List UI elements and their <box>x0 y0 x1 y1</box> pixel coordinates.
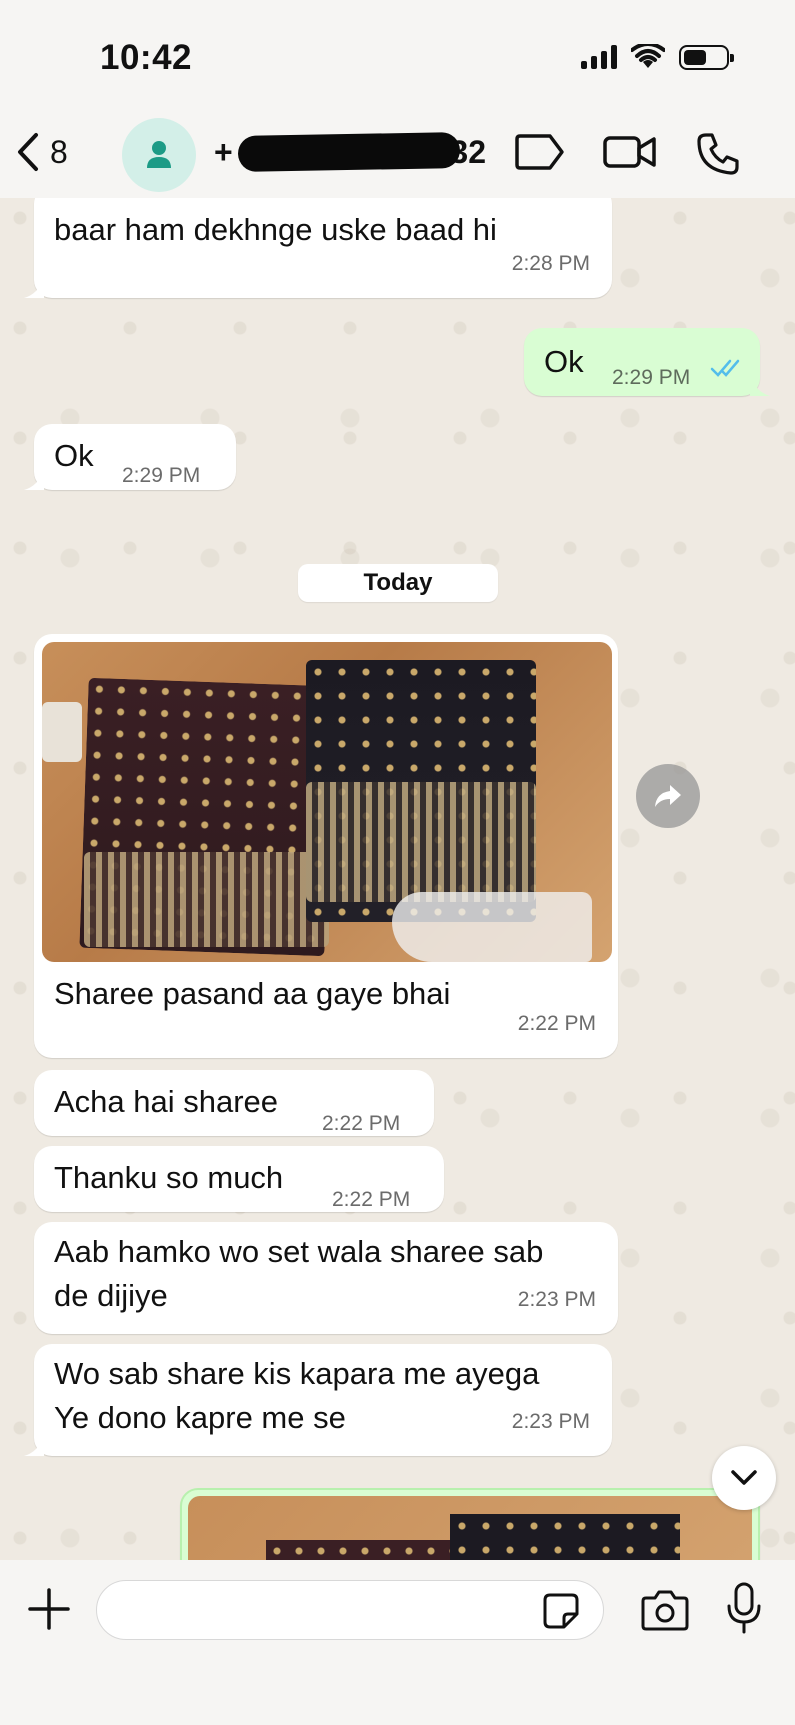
message-bubble-incoming[interactable]: Wo sab share kis kapara me ayega Ye dono… <box>24 1344 612 1456</box>
avatar[interactable] <box>122 118 196 192</box>
message-text-line2: de dijiye <box>54 1278 168 1313</box>
phone-call-icon[interactable] <box>696 132 740 176</box>
message-bubble-outgoing[interactable]: Ok 2:29 PM <box>524 328 770 396</box>
back-button[interactable]: 8 <box>16 132 68 172</box>
message-bubble-incoming[interactable]: Ok 2:29 PM <box>24 424 236 490</box>
plastic-wrap <box>392 892 592 962</box>
sticker-icon[interactable] <box>542 1592 580 1630</box>
message-text-line1: Wo sab share kis kapara me ayega <box>54 1356 540 1391</box>
message-text: Acha hai sharee <box>54 1084 279 1119</box>
message-input[interactable] <box>96 1580 604 1640</box>
forward-button[interactable] <box>636 764 700 828</box>
saree-border-left <box>84 852 329 947</box>
chevron-left-icon <box>18 133 38 171</box>
message-bubble-incoming[interactable]: Thanku so much 2:22 PM <box>34 1146 444 1212</box>
saree-image-right <box>450 1514 680 1560</box>
message-list[interactable]: baar ham dekhnge uske baad hi 2:28 PM Ok… <box>0 198 795 1560</box>
message-bubble-incoming[interactable]: Aab hamko wo set wala sharee sab de diji… <box>34 1222 618 1334</box>
tag-card <box>42 702 82 762</box>
message-text: baar ham dekhnge uske baad hi <box>54 212 497 247</box>
message-photo[interactable] <box>188 1496 752 1560</box>
date-divider: Today <box>298 564 498 602</box>
battery-icon <box>679 44 734 70</box>
status-icons <box>581 44 734 70</box>
message-photo[interactable] <box>42 642 612 962</box>
chat-header: 8 + 32 <box>0 110 795 198</box>
person-icon <box>147 141 171 168</box>
message-bubble-incoming[interactable]: baar ham dekhnge uske baad hi 2:28 PM <box>24 198 612 298</box>
message-time: 2:23 PM <box>511 1410 590 1433</box>
message-bubble-outgoing-photo[interactable] <box>180 1488 760 1560</box>
status-bar: 10:42 <box>0 0 795 110</box>
contact-prefix: + <box>214 134 233 170</box>
wifi-icon <box>631 44 665 68</box>
saree-border-right <box>306 782 536 902</box>
double-check-read-icon <box>710 359 740 377</box>
message-composer <box>0 1560 795 1725</box>
unread-count: 8 <box>50 133 68 170</box>
message-time: 2:22 PM <box>322 1112 401 1135</box>
message-text: Sharee pasand aa gaye bhai <box>54 976 451 1011</box>
scroll-down-button[interactable] <box>712 1446 776 1510</box>
message-time: 2:29 PM <box>612 366 691 389</box>
bubble-tail <box>24 278 44 298</box>
message-text-line2: Ye dono kapre me se <box>54 1400 346 1435</box>
message-text: Ok <box>54 438 94 473</box>
chevron-down-icon <box>731 1470 757 1485</box>
signal-icon <box>581 45 617 69</box>
plus-icon[interactable] <box>26 1586 72 1632</box>
message-time: 2:22 PM <box>332 1188 411 1211</box>
message-time: 2:29 PM <box>122 464 201 487</box>
contact-name[interactable]: + 32 <box>214 130 486 174</box>
status-time: 10:42 <box>100 38 193 77</box>
forward-arrow-icon <box>655 785 681 807</box>
message-time: 2:22 PM <box>517 1012 596 1035</box>
bubble-tail <box>24 1436 44 1456</box>
camera-icon[interactable] <box>640 1588 690 1632</box>
bubble-tail <box>750 376 770 396</box>
message-time: 2:28 PM <box>511 252 590 275</box>
video-call-icon[interactable] <box>602 132 658 172</box>
message-time: 2:23 PM <box>517 1288 596 1311</box>
bubble-tail <box>24 470 44 490</box>
message-bubble-incoming-photo[interactable]: Sharee pasand aa gaye bhai 2:22 PM <box>34 634 618 1058</box>
message-text: Thanku so much <box>54 1160 284 1195</box>
message-text: Ok <box>544 344 584 379</box>
redaction-mark <box>237 132 461 172</box>
message-text-line1: Aab hamko wo set wala sharee sab <box>54 1234 544 1269</box>
message-bubble-incoming[interactable]: Acha hai sharee 2:22 PM <box>34 1070 434 1136</box>
microphone-icon[interactable] <box>726 1582 762 1634</box>
label-tag-icon[interactable] <box>514 132 566 172</box>
